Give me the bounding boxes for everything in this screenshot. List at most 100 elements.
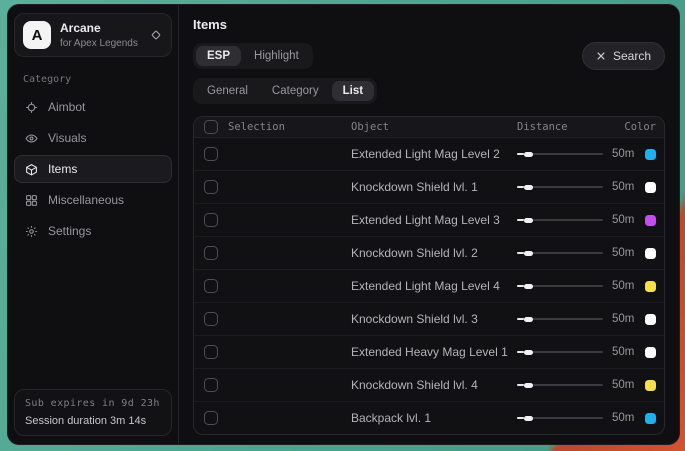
slider-knob[interactable] xyxy=(524,317,533,322)
row-checkbox[interactable] xyxy=(204,312,218,326)
row-checkbox[interactable] xyxy=(204,147,218,161)
table-body: Extended Light Mag Level 2 50m Knockdown… xyxy=(194,138,664,434)
slider-knob[interactable] xyxy=(524,185,533,190)
app-name: Arcane xyxy=(60,22,138,35)
table-row-extended-light-mag-level-4: Extended Light Mag Level 4 50m xyxy=(194,270,664,303)
table-header-row: Selection Object Distance Color xyxy=(194,117,664,138)
distance-slider[interactable] xyxy=(517,380,603,390)
app-logo: A xyxy=(23,21,51,49)
column-header-selection: Selection xyxy=(228,121,285,133)
table-row-knockdown-shield-lvl-1: Knockdown Shield lvl. 1 50m xyxy=(194,171,664,204)
distance-value: 50m xyxy=(612,247,634,259)
row-checkbox[interactable] xyxy=(204,411,218,425)
table-row-knockdown-shield-lvl-2: Knockdown Shield lvl. 2 50m xyxy=(194,237,664,270)
distance-slider[interactable] xyxy=(517,314,603,324)
search-button[interactable]: Search xyxy=(582,42,665,70)
row-checkbox[interactable] xyxy=(204,378,218,392)
slider-knob[interactable] xyxy=(524,350,533,355)
object-name: Knockdown Shield lvl. 2 xyxy=(351,246,517,260)
session-duration-text: Session duration 3m 14s xyxy=(25,415,161,427)
distance-slider[interactable] xyxy=(517,149,603,159)
app-title-block: Arcane for Apex Legends xyxy=(60,22,138,49)
tab-list[interactable]: List xyxy=(332,81,374,101)
distance-slider[interactable] xyxy=(517,248,603,258)
tab-category[interactable]: Category xyxy=(261,81,330,101)
primary-tab-group: ESP Highlight xyxy=(193,43,313,69)
distance-value: 50m xyxy=(612,181,634,193)
color-swatch[interactable] xyxy=(645,281,656,292)
slider-knob[interactable] xyxy=(524,383,533,388)
app-subtitle: for Apex Legends xyxy=(60,38,138,49)
color-swatch[interactable] xyxy=(645,347,656,358)
column-header-distance: Distance xyxy=(517,121,624,133)
secondary-tab-group: General Category List xyxy=(193,78,377,104)
table-row-knockdown-shield-lvl-3: Knockdown Shield lvl. 3 50m xyxy=(194,303,664,336)
package-icon xyxy=(24,162,38,176)
object-name: Knockdown Shield lvl. 1 xyxy=(351,180,517,194)
distance-value: 50m xyxy=(612,214,634,226)
slider-knob[interactable] xyxy=(524,218,533,223)
distance-slider[interactable] xyxy=(517,281,603,291)
sidebar-item-items[interactable]: Items xyxy=(14,155,172,183)
distance-slider[interactable] xyxy=(517,347,603,357)
diamond-icon[interactable] xyxy=(149,28,163,42)
color-swatch[interactable] xyxy=(645,182,656,193)
row-checkbox[interactable] xyxy=(204,345,218,359)
sidebar-section-label: Category xyxy=(23,74,178,85)
sub-expiry-text: Sub expires in 9d 23h xyxy=(25,398,161,409)
tab-general[interactable]: General xyxy=(196,81,259,101)
crosshair-icon xyxy=(24,100,38,114)
row-checkbox[interactable] xyxy=(204,279,218,293)
tab-highlight[interactable]: Highlight xyxy=(243,46,310,66)
sidebar-item-visuals[interactable]: Visuals xyxy=(14,124,172,152)
distance-slider[interactable] xyxy=(517,215,603,225)
select-all-checkbox[interactable] xyxy=(204,120,218,134)
gear-icon xyxy=(24,224,38,238)
color-swatch[interactable] xyxy=(645,215,656,226)
sidebar-item-settings[interactable]: Settings xyxy=(14,217,172,245)
subscription-info-card: Sub expires in 9d 23h Session duration 3… xyxy=(14,389,172,436)
app-header-card: A Arcane for Apex Legends xyxy=(14,13,172,57)
row-checkbox[interactable] xyxy=(204,213,218,227)
table-row-backpack-lvl-1: Backpack lvl. 1 50m xyxy=(194,402,664,434)
tab-label: Category xyxy=(272,85,319,97)
items-table: Selection Object Distance Color Extended… xyxy=(193,116,665,435)
slider-knob[interactable] xyxy=(524,152,533,157)
page-title: Items xyxy=(193,17,665,32)
distance-value: 50m xyxy=(612,148,634,160)
x-icon xyxy=(596,51,606,61)
search-button-label: Search xyxy=(613,49,651,63)
sidebar-item-label: Settings xyxy=(48,224,91,238)
object-name: Extended Heavy Mag Level 1 xyxy=(351,345,517,359)
object-name: Backpack lvl. 1 xyxy=(351,411,517,425)
tab-label: General xyxy=(207,85,248,97)
sidebar-item-aimbot[interactable]: Aimbot xyxy=(14,93,172,121)
tab-esp[interactable]: ESP xyxy=(196,46,241,66)
color-swatch[interactable] xyxy=(645,380,656,391)
color-swatch[interactable] xyxy=(645,314,656,325)
object-name: Extended Light Mag Level 3 xyxy=(351,213,517,227)
sidebar-item-label: Items xyxy=(48,162,77,176)
distance-value: 50m xyxy=(612,412,634,424)
color-swatch[interactable] xyxy=(645,413,656,424)
sidebar-item-label: Aimbot xyxy=(48,100,85,114)
sidebar-item-miscellaneous[interactable]: Miscellaneous xyxy=(14,186,172,214)
tab-label: ESP xyxy=(207,50,230,62)
table-row-extended-light-mag-level-2: Extended Light Mag Level 2 50m xyxy=(194,138,664,171)
distance-slider[interactable] xyxy=(517,182,603,192)
color-swatch[interactable] xyxy=(645,248,656,259)
row-checkbox[interactable] xyxy=(204,180,218,194)
color-swatch[interactable] xyxy=(645,149,656,160)
object-name: Extended Light Mag Level 2 xyxy=(351,147,517,161)
subtabs-row: General Category List xyxy=(193,78,665,104)
object-name: Extended Light Mag Level 4 xyxy=(351,279,517,293)
sidebar-item-label: Miscellaneous xyxy=(48,193,124,207)
slider-knob[interactable] xyxy=(524,416,533,421)
slider-knob[interactable] xyxy=(524,251,533,256)
tab-label: List xyxy=(343,85,363,97)
tab-label: Highlight xyxy=(254,50,299,62)
slider-knob[interactable] xyxy=(524,284,533,289)
distance-slider[interactable] xyxy=(517,413,603,423)
row-checkbox[interactable] xyxy=(204,246,218,260)
distance-value: 50m xyxy=(612,379,634,391)
